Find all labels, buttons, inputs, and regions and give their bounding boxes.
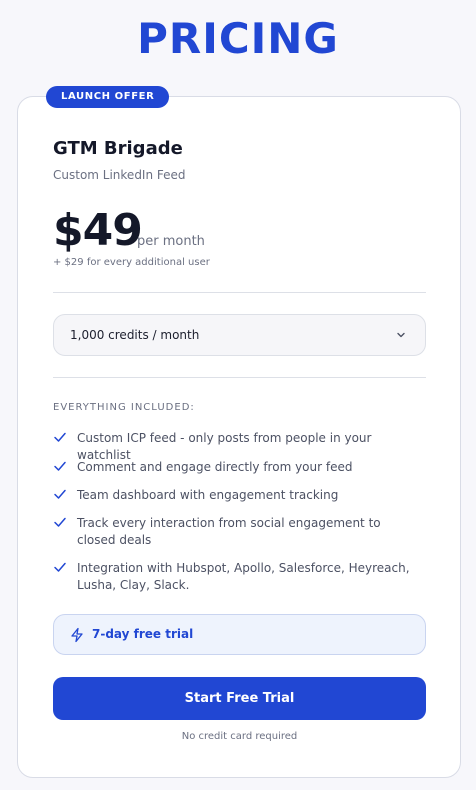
feature-text: Integration with Hubspot, Apollo, Salesf… (77, 561, 410, 592)
check-icon (54, 461, 66, 471)
chevron-down-icon (397, 332, 405, 338)
launch-offer-badge: LAUNCH OFFER (46, 86, 170, 108)
additional-user-note: + $29 for every additional user (53, 257, 210, 268)
feature-text: Comment and engage directly from your fe… (77, 460, 353, 474)
credits-select[interactable]: 1,000 credits / month (53, 314, 426, 356)
check-icon (54, 562, 66, 572)
check-icon (54, 489, 66, 499)
plan-subtitle: Custom LinkedIn Feed (53, 168, 186, 182)
credits-select-value: 1,000 credits / month (70, 328, 200, 342)
page-title: PRICING (137, 14, 339, 63)
lightning-icon (71, 627, 83, 643)
included-heading: EVERYTHING INCLUDED: (53, 402, 195, 413)
start-free-trial-button[interactable]: Start Free Trial (53, 677, 426, 720)
divider (53, 292, 426, 293)
feature-text: Track every interaction from social enga… (77, 516, 381, 547)
no-credit-card-note: No credit card required (181, 731, 298, 742)
free-trial-label: 7-day free trial (92, 627, 194, 641)
free-trial-banner: 7-day free trial (53, 614, 426, 655)
divider (53, 377, 426, 378)
check-icon (54, 432, 66, 442)
price-period: per month (137, 234, 205, 249)
plan-name: GTM Brigade (53, 138, 183, 159)
check-icon (54, 517, 66, 527)
feature-text: Team dashboard with engagement tracking (77, 488, 339, 502)
price: $49 (53, 205, 143, 256)
